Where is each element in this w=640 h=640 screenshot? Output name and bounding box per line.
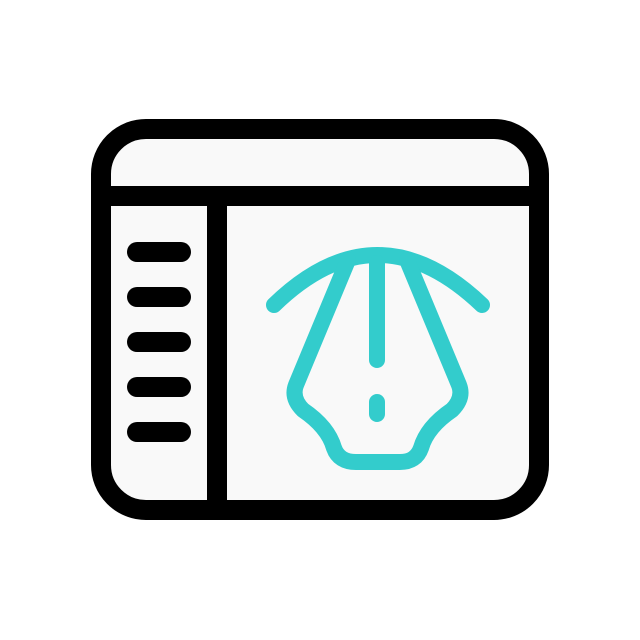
design-app-window-pen-tool-icon (91, 119, 549, 520)
design-app-icon (0, 0, 640, 640)
